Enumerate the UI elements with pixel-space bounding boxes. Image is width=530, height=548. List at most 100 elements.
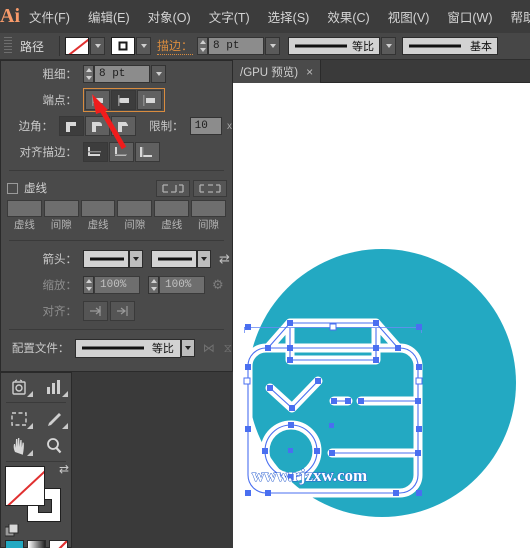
gap-field-3[interactable]: [191, 200, 226, 217]
scale-start-input[interactable]: 100%: [94, 276, 140, 294]
place-at-end-button[interactable]: [110, 301, 135, 321]
round-cap-button[interactable]: [111, 90, 136, 110]
stepper-up-icon[interactable]: [85, 68, 92, 72]
width-profile-select[interactable]: 等比: [75, 338, 181, 358]
arrowhead-start-dropdown[interactable]: [129, 250, 143, 268]
profile-row: 配置文件： 等比 ⋈ ⧖: [1, 335, 232, 361]
menu-view[interactable]: 视图(V): [379, 0, 439, 33]
slice-tool[interactable]: [1, 405, 36, 432]
color-mode-gradient-button[interactable]: [26, 540, 46, 548]
arrowhead-end-combo[interactable]: [151, 250, 197, 268]
align-outside-button[interactable]: [135, 142, 160, 162]
menu-edit[interactable]: 编辑(E): [79, 0, 139, 33]
miter-limit-input[interactable]: 10: [189, 117, 222, 135]
stroke-weight-input[interactable]: 8 pt: [208, 37, 265, 55]
tools-panel: ⇄: [0, 372, 72, 548]
bevel-join-button[interactable]: [111, 116, 137, 136]
align-center-icon: [88, 147, 101, 156]
close-icon[interactable]: ×: [306, 65, 313, 79]
menu-window[interactable]: 窗口(W): [438, 0, 501, 33]
stroke-swatch[interactable]: [111, 37, 136, 55]
color-mode-color-button[interactable]: [4, 540, 24, 548]
graph-tool[interactable]: [36, 373, 71, 400]
dashed-line-checkbox[interactable]: [7, 182, 18, 194]
stroke-weight-label[interactable]: 描边：: [157, 37, 194, 55]
swap-arrowheads-icon[interactable]: ⇄: [219, 251, 230, 267]
zoom-tool[interactable]: [36, 432, 71, 459]
menu-help[interactable]: 帮助: [502, 0, 530, 33]
align-center-button[interactable]: [83, 142, 108, 162]
dash-value-fields: [1, 200, 232, 217]
swap-fill-stroke-icon[interactable]: ⇄: [59, 462, 69, 476]
scale-end-stepper[interactable]: [148, 276, 159, 294]
round-join-button[interactable]: [85, 116, 111, 136]
gap-field-1[interactable]: [43, 200, 79, 217]
stroke-weight-stepper[interactable]: [197, 37, 209, 55]
fill-dropdown[interactable]: [90, 37, 106, 55]
dash-field-2[interactable]: [80, 200, 116, 217]
stroke-panel: 粗细： 8 pt 端点： 边角： 限制： 10 x 对齐描边： 虚线 虚线 间隙…: [0, 60, 233, 372]
round-join-icon: [92, 122, 103, 132]
chevron-down-icon: [385, 44, 392, 48]
tool-flyout-corner[interactable]: [62, 391, 68, 397]
width-profile-combo[interactable]: 等比: [288, 37, 381, 55]
stepper-up-icon[interactable]: [150, 279, 157, 283]
link-scale-icon[interactable]: ⚙: [212, 277, 224, 293]
profile-label: 配置文件：: [11, 343, 70, 355]
scale-start-stepper[interactable]: [83, 276, 94, 294]
slice-icon: [10, 411, 27, 426]
fill-swatch[interactable]: [65, 37, 90, 55]
menu-object[interactable]: 对象(O): [139, 0, 200, 33]
stepper-down-icon[interactable]: [85, 76, 92, 80]
tool-flyout-corner[interactable]: [27, 423, 33, 429]
weight-input[interactable]: 8 pt: [94, 65, 150, 83]
stroke-dropdown[interactable]: [136, 37, 152, 55]
brush-definition-combo[interactable]: 基本: [402, 37, 499, 55]
artboard-tool[interactable]: [1, 373, 36, 400]
hand-tool[interactable]: [1, 432, 36, 459]
width-profile-dropdown[interactable]: [180, 339, 195, 357]
menu-select[interactable]: 选择(S): [259, 0, 319, 33]
align-inside-button[interactable]: [109, 142, 134, 162]
control-bar-grip[interactable]: [4, 37, 12, 55]
no-color-icon: [57, 541, 67, 548]
dash-adjust-to-corners-button[interactable]: [193, 179, 227, 197]
dash-field-1[interactable]: [7, 200, 42, 217]
fill-color-swatch[interactable]: [5, 466, 45, 506]
stepper-down-icon[interactable]: [150, 287, 157, 291]
flip-along-icon[interactable]: ⧖: [224, 341, 232, 356]
tool-flyout-corner[interactable]: [27, 391, 33, 397]
default-fill-stroke-icon[interactable]: [4, 523, 19, 538]
scale-end-input[interactable]: 100%: [159, 276, 205, 294]
stepper-up-icon[interactable]: [85, 279, 92, 283]
dash-field-3[interactable]: [154, 200, 190, 217]
menu-effect[interactable]: 效果(C): [318, 0, 378, 33]
document-tab[interactable]: /GPU 预览) ×: [233, 60, 322, 83]
weight-dropdown[interactable]: [151, 65, 166, 83]
extend-beyond-end-button[interactable]: [83, 301, 108, 321]
canvas[interactable]: www.rjzxw.com: [233, 83, 530, 548]
arrowhead-start-combo[interactable]: [83, 250, 129, 268]
miter-join-button[interactable]: [59, 116, 85, 136]
corner-button-group: [59, 116, 137, 136]
weight-stepper[interactable]: [83, 65, 94, 83]
arrowhead-end-dropdown[interactable]: [197, 250, 211, 268]
gap-field-2[interactable]: [117, 200, 153, 217]
butt-cap-button[interactable]: [85, 90, 110, 110]
color-mode-none-button[interactable]: [48, 540, 68, 548]
arrowhead-scale-row: 缩放： 100% 100% ⚙: [1, 272, 232, 298]
stepper-up-icon[interactable]: [199, 40, 206, 44]
width-profile-dropdown[interactable]: [381, 37, 397, 55]
stroke-weight-dropdown[interactable]: [265, 37, 281, 55]
flip-across-icon[interactable]: ⋈: [203, 341, 215, 355]
menu-file[interactable]: 文件(F): [20, 0, 79, 33]
eyedropper-tool[interactable]: [36, 405, 71, 432]
stepper-down-icon[interactable]: [199, 48, 206, 52]
tool-flyout-corner[interactable]: [62, 423, 68, 429]
stepper-down-icon[interactable]: [85, 287, 92, 291]
menu-type[interactable]: 文字(T): [200, 0, 259, 33]
tool-flyout-corner[interactable]: [27, 450, 33, 456]
projecting-cap-button[interactable]: [137, 90, 162, 110]
dash-preserve-exact-button[interactable]: [156, 179, 190, 197]
chevron-down-icon: [94, 44, 101, 48]
